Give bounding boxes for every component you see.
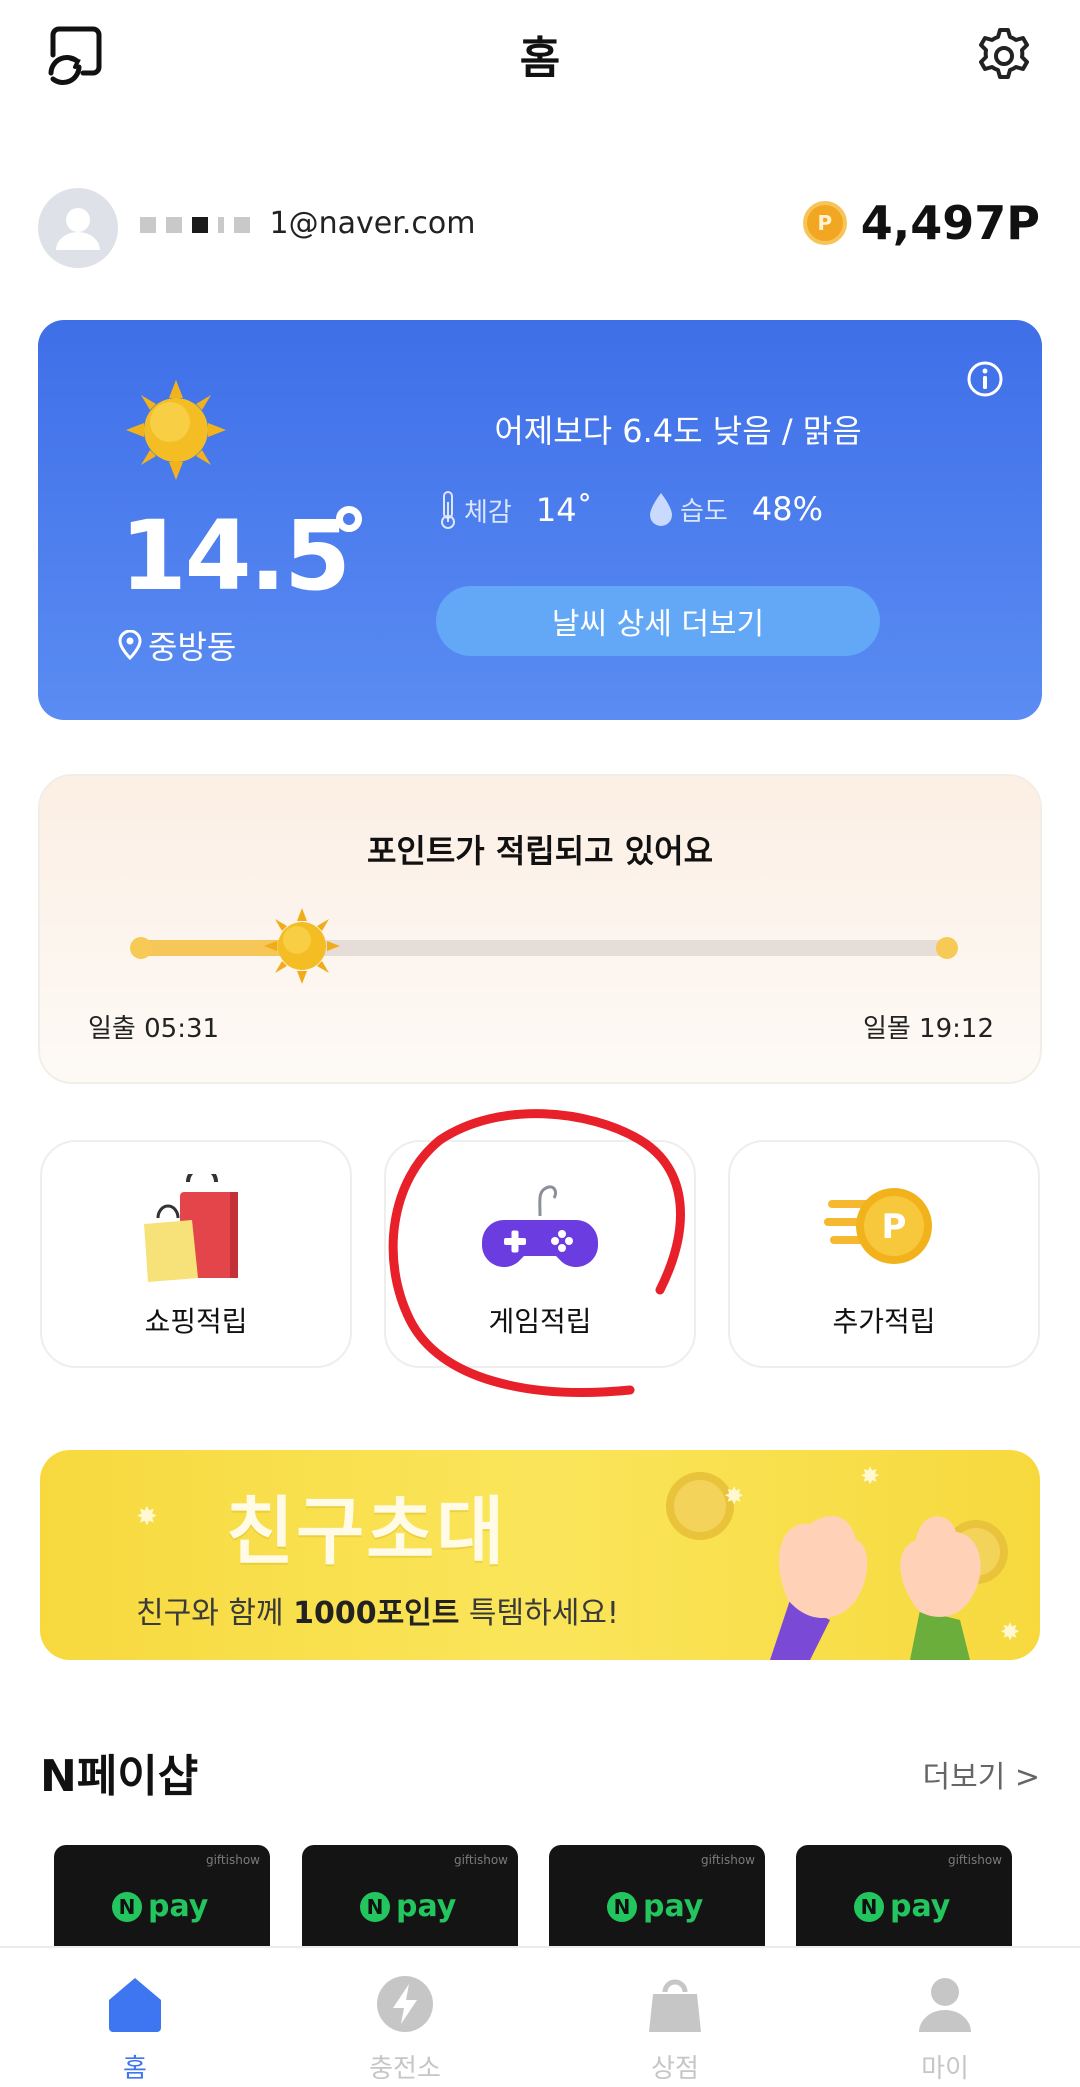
- user-email: 1@naver.com: [140, 206, 475, 241]
- pay-text: pay: [643, 1889, 704, 1924]
- points-progress-card: 포인트가 적립되고 있어요 일출 05:31 일몰 19:12: [38, 774, 1042, 1084]
- bottom-nav: 홈 충전소 상점 마이: [0, 1946, 1080, 2087]
- masked-text: [192, 216, 208, 233]
- nav-label: 홈: [123, 2054, 147, 2084]
- humidity-label: 습도: [680, 496, 728, 527]
- tile-label: 추가적립: [832, 1305, 936, 1338]
- tile-game-points[interactable]: 게임적립: [384, 1140, 696, 1368]
- svg-text:P: P: [882, 1207, 907, 1247]
- banner-subtitle-bold: 1000포인트: [293, 1596, 460, 1631]
- sun-progress-icon: [263, 908, 340, 984]
- point-coin-icon: P: [802, 201, 847, 245]
- nav-label: 마이: [921, 2054, 969, 2084]
- svg-text:✸: ✸: [860, 1462, 880, 1490]
- sunset-time: 일몰 19:12: [862, 1014, 994, 1044]
- svg-text:✸: ✸: [724, 1482, 744, 1510]
- sun-icon: [126, 380, 226, 480]
- bolt-icon: [377, 1976, 433, 2032]
- pinky-promise-hands-icon: ✸ ✸ ✸: [666, 1462, 1020, 1660]
- humidity-value: 48%: [751, 490, 823, 528]
- tile-shopping-points[interactable]: 쇼핑적립: [40, 1140, 352, 1368]
- section-more-link[interactable]: 더보기 >: [923, 1752, 1040, 1796]
- points-value: 4,497P: [860, 196, 1040, 250]
- feels-value: 14˚: [535, 491, 593, 529]
- pay-text: pay: [396, 1889, 457, 1924]
- settings-gear-icon[interactable]: [966, 18, 1042, 94]
- npay-card[interactable]: giftishow Npay: [302, 1845, 518, 1955]
- location[interactable]: 중방동: [118, 622, 236, 668]
- thermometer-icon: [441, 491, 455, 529]
- weather-summary: 어제보다 6.4도 낮음 / 맑음: [494, 412, 862, 450]
- npay-logo: Npay: [360, 1889, 456, 1924]
- nav-store[interactable]: 상점: [540, 1948, 810, 2087]
- npay-card[interactable]: giftishow Npay: [796, 1845, 1012, 1955]
- section-title: N페이샵: [40, 1751, 199, 1802]
- sunset-dot: [936, 937, 958, 959]
- card-brand: giftishow: [205, 1853, 260, 1867]
- location-name: 중방동: [148, 628, 237, 666]
- temperature: 14.5: [120, 500, 351, 612]
- masked-text: [140, 216, 156, 233]
- friend-invite-banner[interactable]: ✸ ✸ ✸ ✸ 친구초대 친구와 함께 1000포인트 특템하세요!: [40, 1450, 1040, 1660]
- person-icon: [919, 1978, 971, 2032]
- n-icon: N: [607, 1891, 637, 1922]
- tile-extra-points[interactable]: P 추가적립: [728, 1140, 1040, 1368]
- pay-text: pay: [148, 1889, 209, 1924]
- npay-logo: Npay: [854, 1889, 950, 1924]
- sunrise-time: 일출 05:31: [88, 1014, 220, 1044]
- shopping-bag-icon: [649, 1979, 701, 2032]
- nav-label: 충전소: [369, 2054, 441, 2084]
- masked-text: [218, 216, 224, 233]
- banner-subtitle-pre: 친구와 함께: [136, 1596, 294, 1631]
- banner-title: 친구초대: [226, 1489, 507, 1575]
- coin-stack-icon: P: [824, 1188, 932, 1264]
- masked-text: [234, 216, 250, 233]
- humidity: 습도 48%: [648, 490, 823, 528]
- pay-text: pay: [890, 1889, 951, 1924]
- npay-logo: Npay: [112, 1889, 208, 1924]
- nav-my[interactable]: 마이: [810, 1948, 1080, 2087]
- banner-subtitle: 친구와 함께 1000포인트 특템하세요!: [136, 1588, 619, 1632]
- tile-label: 게임적립: [488, 1305, 592, 1338]
- masked-text: [166, 216, 182, 233]
- email-text: 1@naver.com: [269, 206, 476, 241]
- weather-detail-button[interactable]: 날씨 상세 더보기: [436, 586, 880, 656]
- feels-label: 체감: [464, 497, 512, 528]
- svg-text:✸: ✸: [1000, 1618, 1020, 1646]
- tile-label: 쇼핑적립: [144, 1305, 248, 1338]
- sparkle-icon: ✸: [136, 1502, 158, 1532]
- degree-symbol: [336, 506, 362, 532]
- n-icon: N: [854, 1891, 884, 1922]
- game-controller-icon: [482, 1185, 598, 1268]
- npay-card[interactable]: giftishow Npay: [549, 1845, 765, 1955]
- card-brand: giftishow: [700, 1853, 755, 1867]
- npay-logo: Npay: [607, 1889, 703, 1924]
- n-icon: N: [112, 1891, 142, 1922]
- n-icon: N: [360, 1891, 390, 1922]
- avatar[interactable]: [38, 188, 118, 268]
- progress-title: 포인트가 적립되고 있어요: [366, 832, 714, 870]
- nav-label: 상점: [651, 2054, 699, 2084]
- nav-charging-station[interactable]: 충전소: [270, 1948, 540, 2087]
- page-title: 홈: [519, 33, 561, 84]
- progress-track: [140, 940, 948, 956]
- weather-card: 14.5 중방동 어제보다 6.4도 낮음 / 맑음 체감 14˚ 습도 48%…: [38, 320, 1042, 720]
- top-header: 홈: [0, 0, 1080, 112]
- sunrise-dot: [130, 937, 152, 959]
- feels-like: 체감 14˚: [438, 490, 593, 530]
- points-balance[interactable]: P 4,497P: [802, 196, 1040, 250]
- water-drop-icon: [650, 493, 672, 526]
- location-pin-icon: [118, 630, 142, 660]
- nav-home[interactable]: 홈: [0, 1948, 270, 2087]
- banner-subtitle-post: 특템하세요!: [459, 1596, 619, 1631]
- card-brand: giftishow: [947, 1853, 1002, 1867]
- card-brand: giftishow: [453, 1853, 508, 1867]
- npay-card[interactable]: giftishow Npay: [54, 1845, 270, 1955]
- info-icon[interactable]: [966, 360, 1004, 398]
- home-icon: [109, 1978, 161, 2032]
- shopping-bags-icon: [144, 1174, 238, 1282]
